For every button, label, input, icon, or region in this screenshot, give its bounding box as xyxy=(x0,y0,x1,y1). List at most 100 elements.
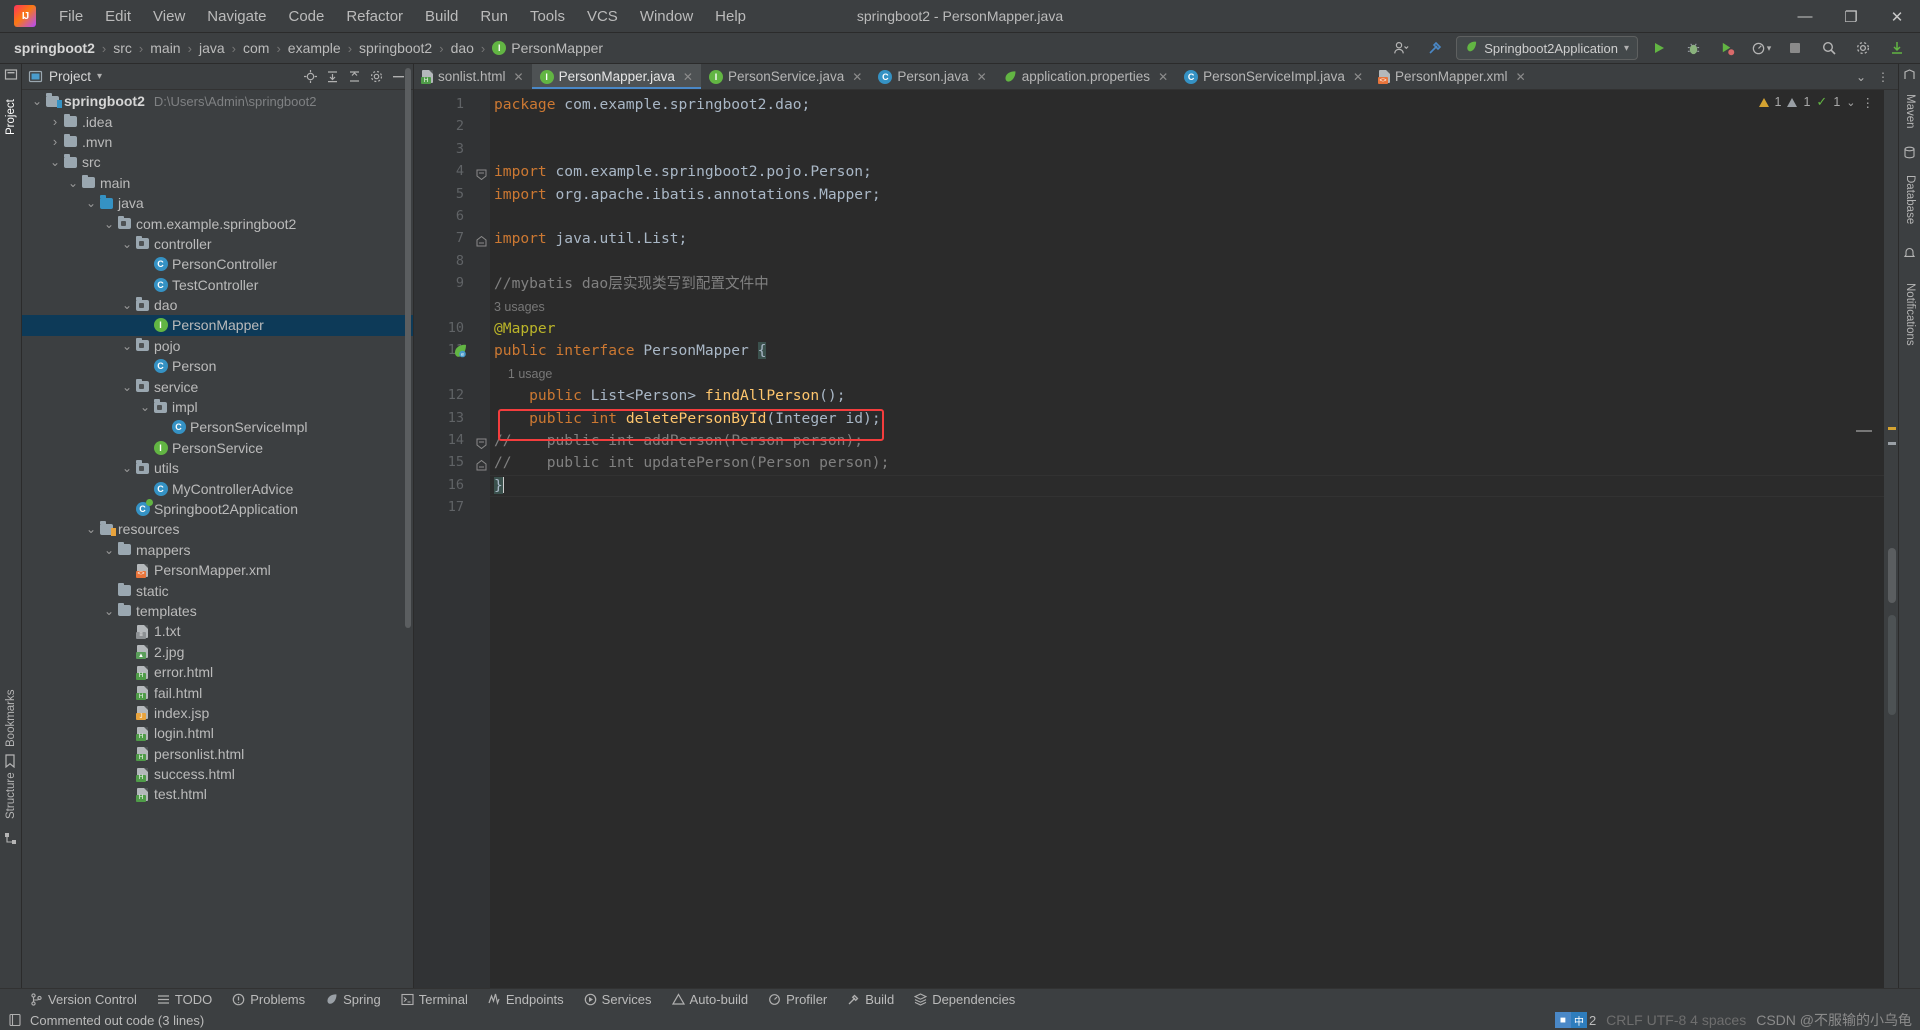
bottom-tool-terminal[interactable]: Terminal xyxy=(401,992,468,1007)
chevron-down-icon[interactable]: ⌄ xyxy=(30,95,44,107)
breadcrumb-item-main[interactable]: main xyxy=(150,40,180,56)
chevron-down-icon[interactable]: ⌄ xyxy=(66,177,80,189)
editor-gutter[interactable]: 1234567891011e121314151617 xyxy=(414,90,472,988)
bottom-tool-auto-build[interactable]: Auto-build xyxy=(671,992,748,1007)
run-button[interactable] xyxy=(1646,36,1672,60)
project-scrollbar[interactable] xyxy=(405,68,411,628)
menu-view[interactable]: View xyxy=(142,4,196,29)
tree-node-testcontroller[interactable]: C TestController xyxy=(22,275,413,295)
tree-node-java[interactable]: ⌄ java xyxy=(22,193,413,213)
menu-help[interactable]: Help xyxy=(704,4,757,29)
project-tree[interactable]: ⌄ springboot2 D:\Users\Admin\springboot2 ›.… xyxy=(22,91,413,988)
close-tab-icon[interactable]: ✕ xyxy=(683,70,693,84)
menu-navigate[interactable]: Navigate xyxy=(196,4,277,29)
tree-node-login-html[interactable]: Hlogin.html xyxy=(22,723,413,743)
tree-node-service[interactable]: ⌄ service xyxy=(22,376,413,396)
chevron-down-icon[interactable]: ⌄ xyxy=(138,401,152,413)
editor-tab-personservice-java[interactable]: I PersonService.java ✕ xyxy=(701,64,870,89)
database-strip-icon[interactable] xyxy=(1903,146,1917,160)
tree-node-dao[interactable]: ⌄ dao xyxy=(22,295,413,315)
tree-node-personlist-html[interactable]: Hpersonlist.html xyxy=(22,744,413,764)
chevron-down-icon[interactable]: ⌄ xyxy=(120,340,134,352)
hammer-icon[interactable] xyxy=(1422,36,1448,60)
close-tab-icon[interactable]: ✕ xyxy=(852,70,862,84)
code-fold-handle[interactable] xyxy=(476,436,487,454)
tree-node-2-jpg[interactable]: ▲ 2.jpg xyxy=(22,642,413,662)
minimize-button[interactable]: — xyxy=(1782,0,1828,33)
chevron-right-icon[interactable]: › xyxy=(48,114,62,129)
locate-file-icon[interactable] xyxy=(301,68,319,86)
bottom-tool-spring[interactable]: Spring xyxy=(325,992,381,1007)
breadcrumb-item-src[interactable]: src xyxy=(113,40,132,56)
tree-node-springboot2application[interactable]: C Springboot2Application xyxy=(22,499,413,519)
tree-node-impl[interactable]: ⌄ impl xyxy=(22,397,413,417)
inspection-widget[interactable]: 1 1 ✓ 1 ⌄ ⋮ xyxy=(1758,94,1875,110)
settings-icon[interactable] xyxy=(1850,36,1876,60)
chevron-down-icon[interactable]: ⌄ xyxy=(102,544,116,556)
ime-indicator[interactable]: ■ 中 2 xyxy=(1554,1012,1596,1028)
tree-node-static[interactable]: static xyxy=(22,580,413,600)
debug-button[interactable] xyxy=(1680,36,1706,60)
spring-bean-gutter-icon[interactable]: e xyxy=(452,343,468,359)
run-configuration-selector[interactable]: Springboot2Application ▾ xyxy=(1456,36,1638,60)
tree-node-error-html[interactable]: Herror.html xyxy=(22,662,413,682)
code-fold-handle[interactable] xyxy=(476,458,487,476)
collapse-all-icon[interactable] xyxy=(323,68,341,86)
chevron-down-icon[interactable]: ⌄ xyxy=(120,299,134,311)
editor-tab-personmapper-xml[interactable]: <> PersonMapper.xml ✕ xyxy=(1371,64,1534,89)
sidebar-item-bookmarks[interactable]: Bookmarks xyxy=(0,684,22,752)
tree-node-main[interactable]: ⌄ main xyxy=(22,173,413,193)
project-strip-icon[interactable] xyxy=(4,68,18,82)
code-fold-handle[interactable] xyxy=(476,234,487,252)
editor-vertical-scrollbar-2[interactable] xyxy=(1888,615,1896,715)
search-everywhere-icon[interactable] xyxy=(1816,36,1842,60)
breadcrumb-item-java[interactable]: java xyxy=(199,40,225,56)
chevron-down-icon[interactable]: ⌄ xyxy=(120,381,134,393)
chevron-down-icon[interactable]: ⌄ xyxy=(1846,96,1855,109)
editor-scroll-marker-track[interactable] xyxy=(1884,90,1898,988)
tree-node-fail-html[interactable]: Hfail.html xyxy=(22,682,413,702)
tree-node-pojo[interactable]: ⌄ pojo xyxy=(22,336,413,356)
tree-node-mappers[interactable]: ⌄ mappers xyxy=(22,540,413,560)
editor-vertical-scrollbar[interactable] xyxy=(1888,548,1896,603)
bottom-tool-todo[interactable]: TODO xyxy=(157,992,212,1007)
tree-node-test-html[interactable]: Htest.html xyxy=(22,784,413,804)
editor-code-area[interactable]: package com.example.springboot2.dao; imp… xyxy=(490,90,1898,988)
tree-node-person[interactable]: C Person xyxy=(22,356,413,376)
editor-tab-personserviceimpl-java[interactable]: C PersonServiceImpl.java ✕ xyxy=(1176,64,1371,89)
sidebar-item-maven[interactable]: Maven xyxy=(1899,86,1920,136)
sidebar-item-structure[interactable]: Structure xyxy=(0,764,22,828)
close-tab-icon[interactable]: ✕ xyxy=(514,70,524,84)
profiler-button[interactable]: ▾ xyxy=(1748,36,1774,60)
chevron-down-icon[interactable]: ▾ xyxy=(97,71,102,82)
tree-node-mycontrolleradvice[interactable]: C MyControllerAdvice xyxy=(22,478,413,498)
chevron-right-icon[interactable]: › xyxy=(48,134,62,149)
editor-more-menu-icon[interactable]: ⋮ xyxy=(1862,95,1875,110)
close-tab-icon[interactable]: ✕ xyxy=(1353,70,1363,84)
tree-node-personmapper-xml[interactable]: <> PersonMapper.xml xyxy=(22,560,413,580)
close-tab-icon[interactable]: ✕ xyxy=(1158,70,1168,84)
editor-fold-marker[interactable] xyxy=(1856,430,1872,432)
tree-node-resources[interactable]: ⌄ resources xyxy=(22,519,413,539)
tree-node-springboot2[interactable]: ⌄ springboot2 D:\Users\Admin\springboot2 xyxy=(22,91,413,111)
chevron-down-icon[interactable]: ⌄ xyxy=(84,523,98,535)
tree-node-controller[interactable]: ⌄ controller xyxy=(22,234,413,254)
breadcrumb-item-dao[interactable]: dao xyxy=(451,40,474,56)
breadcrumb-item-com[interactable]: com xyxy=(243,40,269,56)
menu-edit[interactable]: Edit xyxy=(94,4,142,29)
run-with-coverage-button[interactable] xyxy=(1714,36,1740,60)
sidebar-item-notifications[interactable]: Notifications xyxy=(1899,264,1920,364)
bottom-tool-build[interactable]: Build xyxy=(847,992,894,1007)
bottom-tool-profiler[interactable]: Profiler xyxy=(768,992,827,1007)
editor-tab-person-java[interactable]: C Person.java ✕ xyxy=(870,64,994,89)
bottom-tool-problems[interactable]: Problems xyxy=(232,992,305,1007)
tree-node-com-example-springboot2[interactable]: ⌄ com.example.springboot2 xyxy=(22,213,413,233)
bottom-tool-version-control[interactable]: Version Control xyxy=(30,992,137,1007)
tree-node-templates[interactable]: ⌄ templates xyxy=(22,601,413,621)
structure-strip-icon[interactable] xyxy=(4,832,18,846)
editor-tab-personmapper-java[interactable]: I PersonMapper.java ✕ xyxy=(531,64,702,89)
chevron-down-icon[interactable]: ⌄ xyxy=(102,218,116,230)
menu-code[interactable]: Code xyxy=(277,4,335,29)
editor-tabs-menu-icon[interactable]: ⋮ xyxy=(1874,68,1892,86)
breadcrumb-item-springboot2[interactable]: springboot2 xyxy=(14,40,95,56)
